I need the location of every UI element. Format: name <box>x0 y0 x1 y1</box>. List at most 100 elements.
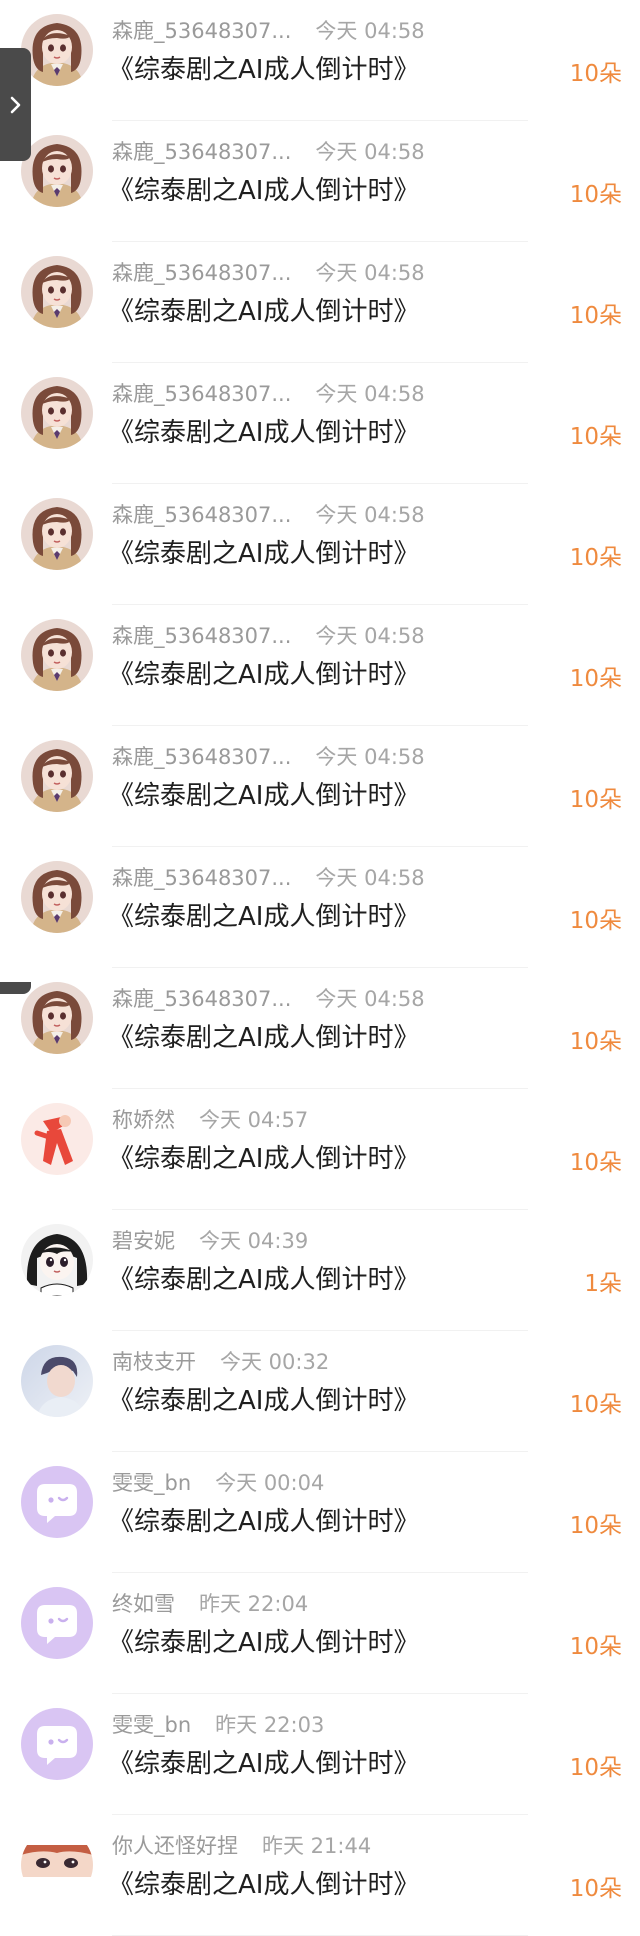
anime-girl-avatar[interactable] <box>21 14 93 86</box>
anime-face-avatar[interactable] <box>21 1829 93 1901</box>
anime-girl-avatar[interactable] <box>21 982 93 1054</box>
list-item[interactable]: 森鹿_53648307... 今天 04:58 《综泰剧之AI成人倒计时》 10朵 <box>0 605 640 726</box>
list-item[interactable]: 森鹿_53648307... 今天 04:58 《综泰剧之AI成人倒计时》 10朵 <box>0 484 640 605</box>
book-title: 《综泰剧之AI成人倒计时》 <box>108 660 420 690</box>
side-tab-edge <box>0 982 31 994</box>
username[interactable]: 南枝支开 <box>112 1347 196 1377</box>
item-meta: 森鹿_53648307... 今天 04:58 <box>112 16 425 46</box>
username[interactable]: 终如雪 <box>112 1589 175 1619</box>
gift-amount: 10朵 <box>569 545 622 571</box>
timestamp: 昨天 21:44 <box>262 1834 372 1858</box>
anime-girl-avatar[interactable] <box>21 740 93 812</box>
anime-girl-avatar[interactable] <box>21 377 93 449</box>
list-item[interactable]: 南枝支开 今天 00:32 《综泰剧之AI成人倒计时》 10朵 <box>0 1331 640 1452</box>
timestamp: 今天 04:58 <box>315 745 425 769</box>
item-meta: 森鹿_53648307... 今天 04:58 <box>112 863 425 893</box>
side-expand-tab[interactable] <box>0 48 31 161</box>
item-meta: 称娇然 今天 04:57 <box>112 1105 308 1135</box>
item-meta: 终如雪 昨天 22:04 <box>112 1589 308 1619</box>
chevron-right-icon <box>10 96 20 113</box>
list-item[interactable]: 森鹿_53648307... 今天 04:58 《综泰剧之AI成人倒计时》 10朵 <box>0 726 640 847</box>
item-meta: 森鹿_53648307... 今天 04:58 <box>112 379 425 409</box>
anime-girl-avatar[interactable] <box>21 619 93 691</box>
anime-girl-avatar[interactable] <box>21 256 93 328</box>
username[interactable]: 森鹿_53648307... <box>112 742 291 772</box>
gift-amount: 10朵 <box>569 1029 622 1055</box>
photo-boy-avatar[interactable] <box>21 1345 93 1417</box>
username[interactable]: 森鹿_53648307... <box>112 984 291 1014</box>
gift-amount: 10朵 <box>569 1755 622 1781</box>
book-title: 《综泰剧之AI成人倒计时》 <box>108 539 420 569</box>
list-item[interactable]: 称娇然 今天 04:57 《综泰剧之AI成人倒计时》 10朵 <box>0 1089 640 1210</box>
username[interactable]: 森鹿_53648307... <box>112 258 291 288</box>
item-meta: 你人还怪好捏 昨天 21:44 <box>112 1831 371 1861</box>
anime-girl-avatar[interactable] <box>21 135 93 207</box>
default-chat-avatar[interactable] <box>21 1587 93 1659</box>
book-title: 《综泰剧之AI成人倒计时》 <box>108 1265 420 1295</box>
book-title: 《综泰剧之AI成人倒计时》 <box>108 1749 420 1779</box>
list-item[interactable]: 终如雪 昨天 22:04 《综泰剧之AI成人倒计时》 10朵 <box>0 1573 640 1694</box>
username[interactable]: 雯雯_bn <box>112 1710 191 1740</box>
item-meta: 森鹿_53648307... 今天 04:58 <box>112 258 425 288</box>
book-title: 《综泰剧之AI成人倒计时》 <box>108 1628 420 1658</box>
gift-amount: 10朵 <box>569 666 622 692</box>
timestamp: 今天 04:39 <box>199 1229 309 1253</box>
gift-amount: 10朵 <box>569 787 622 813</box>
list-item[interactable]: 森鹿_53648307... 今天 04:58 《综泰剧之AI成人倒计时》 10朵 <box>0 968 640 1089</box>
item-meta: 森鹿_53648307... 今天 04:58 <box>112 137 425 167</box>
gift-amount: 10朵 <box>569 182 622 208</box>
username[interactable]: 森鹿_53648307... <box>112 500 291 530</box>
timestamp: 今天 04:58 <box>315 382 425 406</box>
item-meta: 森鹿_53648307... 今天 04:58 <box>112 621 425 651</box>
item-meta: 森鹿_53648307... 今天 04:58 <box>112 500 425 530</box>
gift-amount: 10朵 <box>569 61 622 87</box>
anime-girl-avatar[interactable] <box>21 861 93 933</box>
book-title: 《综泰剧之AI成人倒计时》 <box>108 902 420 932</box>
timestamp: 昨天 22:04 <box>199 1592 309 1616</box>
username[interactable]: 雯雯_bn <box>112 1468 191 1498</box>
username[interactable]: 森鹿_53648307... <box>112 621 291 651</box>
book-title: 《综泰剧之AI成人倒计时》 <box>108 176 420 206</box>
list-item[interactable]: 森鹿_53648307... 今天 04:58 《综泰剧之AI成人倒计时》 10朵 <box>0 847 640 968</box>
gift-amount: 10朵 <box>569 303 622 329</box>
list-item[interactable]: 森鹿_53648307... 今天 04:58 《综泰剧之AI成人倒计时》 10朵 <box>0 0 640 121</box>
book-title: 《综泰剧之AI成人倒计时》 <box>108 1386 420 1416</box>
manga-girl-avatar[interactable] <box>21 1224 93 1296</box>
timestamp: 昨天 22:03 <box>215 1713 325 1737</box>
gift-amount: 10朵 <box>569 1513 622 1539</box>
default-chat-avatar[interactable] <box>21 1466 93 1538</box>
username[interactable]: 你人还怪好捏 <box>112 1831 238 1861</box>
list-item[interactable]: 碧安妮 今天 04:39 《综泰剧之AI成人倒计时》 1朵 <box>0 1210 640 1331</box>
book-title: 《综泰剧之AI成人倒计时》 <box>108 1023 420 1053</box>
timestamp: 今天 04:58 <box>315 261 425 285</box>
anime-girl-avatar[interactable] <box>21 498 93 570</box>
timestamp: 今天 04:58 <box>315 140 425 164</box>
item-meta: 森鹿_53648307... 今天 04:58 <box>112 742 425 772</box>
list-item[interactable]: 森鹿_53648307... 今天 04:58 《综泰剧之AI成人倒计时》 10朵 <box>0 242 640 363</box>
gift-amount: 10朵 <box>569 1876 622 1902</box>
username[interactable]: 碧安妮 <box>112 1226 175 1256</box>
username[interactable]: 森鹿_53648307... <box>112 379 291 409</box>
username[interactable]: 称娇然 <box>112 1105 175 1135</box>
book-title: 《综泰剧之AI成人倒计时》 <box>108 55 420 85</box>
item-meta: 雯雯_bn 昨天 22:03 <box>112 1710 324 1740</box>
timestamp: 今天 00:32 <box>220 1350 330 1374</box>
book-title: 《综泰剧之AI成人倒计时》 <box>108 418 420 448</box>
list-item[interactable]: 你人还怪好捏 昨天 21:44 《综泰剧之AI成人倒计时》 10朵 <box>0 1815 640 1936</box>
list-item[interactable]: 森鹿_53648307... 今天 04:58 《综泰剧之AI成人倒计时》 10朵 <box>0 363 640 484</box>
cartoon-figure-avatar[interactable] <box>21 1103 93 1175</box>
gift-amount: 10朵 <box>569 424 622 450</box>
book-title: 《综泰剧之AI成人倒计时》 <box>108 1507 420 1537</box>
book-title: 《综泰剧之AI成人倒计时》 <box>108 1870 420 1900</box>
timestamp: 今天 04:58 <box>315 624 425 648</box>
list-item[interactable]: 雯雯_bn 昨天 22:03 《综泰剧之AI成人倒计时》 10朵 <box>0 1694 640 1815</box>
default-chat-avatar[interactable] <box>21 1708 93 1780</box>
book-title: 《综泰剧之AI成人倒计时》 <box>108 1144 420 1174</box>
list-item[interactable]: 森鹿_53648307... 今天 04:58 《综泰剧之AI成人倒计时》 10朵 <box>0 121 640 242</box>
gift-amount: 10朵 <box>569 1150 622 1176</box>
timestamp: 今天 00:04 <box>215 1471 325 1495</box>
username[interactable]: 森鹿_53648307... <box>112 16 291 46</box>
username[interactable]: 森鹿_53648307... <box>112 137 291 167</box>
list-item[interactable]: 雯雯_bn 今天 00:04 《综泰剧之AI成人倒计时》 10朵 <box>0 1452 640 1573</box>
username[interactable]: 森鹿_53648307... <box>112 863 291 893</box>
